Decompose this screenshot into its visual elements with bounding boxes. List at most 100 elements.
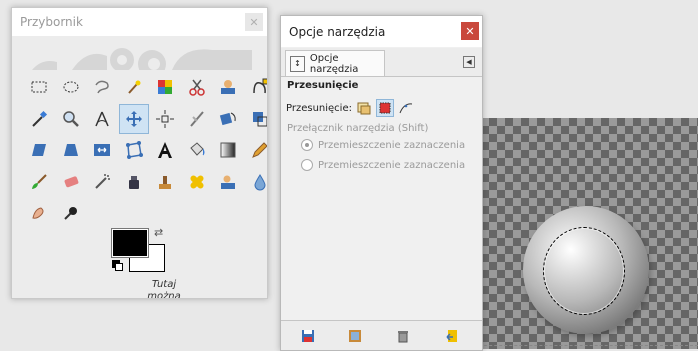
- zoom-icon: [62, 110, 79, 127]
- select-by-color-tool[interactable]: [150, 72, 180, 102]
- measure-tool[interactable]: [87, 104, 117, 134]
- perspective-clone-tool[interactable]: [213, 167, 243, 197]
- radio-option-1[interactable]: Przemieszczenie zaznaczenia: [301, 139, 465, 151]
- eraser-tool[interactable]: [56, 167, 86, 197]
- toolbox-close-button[interactable]: ✕: [245, 13, 263, 31]
- paintbrush-icon: [32, 173, 47, 189]
- free-select-icon: [95, 80, 109, 94]
- tool-options-close-button[interactable]: ✕: [461, 22, 479, 40]
- text-tool[interactable]: [150, 135, 180, 165]
- ink-tool[interactable]: [119, 167, 149, 197]
- foreground-select-icon: [221, 80, 235, 94]
- radio-option-2[interactable]: Przemieszczenie zaznaczenia: [301, 159, 465, 171]
- move-label: Przesunięcie:: [286, 102, 352, 114]
- save-options-icon[interactable]: [301, 329, 315, 343]
- shear-tool[interactable]: [24, 135, 54, 165]
- tool-options-window: Opcje narzędzia ✕ ↕ Opcje narzędzia ◀ Pr…: [280, 15, 483, 351]
- wilber-logo-icon: [12, 38, 267, 70]
- tool-switch-label: Przełącznik narzędzia (Shift): [287, 123, 429, 134]
- swap-colors-icon[interactable]: ⇄: [154, 226, 163, 239]
- zoom-tool[interactable]: [56, 104, 86, 134]
- dodge-burn-tool[interactable]: [56, 198, 86, 228]
- move-tool[interactable]: [118, 103, 149, 134]
- perspective-icon: [63, 144, 78, 156]
- flip-tool[interactable]: [87, 135, 117, 165]
- restore-options-icon[interactable]: [348, 329, 362, 343]
- pencil-tool[interactable]: [245, 135, 267, 165]
- section-title: Przesunięcie: [287, 80, 359, 91]
- tool-options-titlebar[interactable]: Opcje narzędzia: [281, 16, 482, 47]
- align-tool[interactable]: [150, 104, 180, 134]
- color-picker-tool[interactable]: [24, 104, 54, 134]
- align-icon: [156, 109, 174, 128]
- toolbox-title: Przybornik: [20, 15, 83, 29]
- free-select-tool[interactable]: [87, 72, 117, 102]
- airbrush-icon: [95, 173, 110, 189]
- perspective-tool[interactable]: [56, 135, 86, 165]
- ellipse-selection[interactable]: [543, 227, 625, 315]
- blend-tool[interactable]: [213, 135, 243, 165]
- heal-tool[interactable]: [182, 167, 212, 197]
- tool-options-tab-icon: ↕: [290, 55, 305, 72]
- rotate-tool[interactable]: [213, 104, 243, 134]
- move-layer-button[interactable]: [355, 99, 373, 117]
- radio-button-on: [301, 139, 313, 151]
- color-picker-icon: [32, 110, 48, 127]
- cage-transform-tool[interactable]: [119, 135, 149, 165]
- path-icon: [399, 103, 413, 114]
- foreground-select-tool[interactable]: [213, 72, 243, 102]
- crop-icon: [189, 110, 204, 127]
- ellipse-select-icon: [63, 81, 78, 93]
- fuzzy-select-icon: [127, 80, 140, 94]
- radio-option-1-label: Przemieszczenie zaznaczenia: [318, 139, 466, 151]
- paths-tool[interactable]: [245, 72, 267, 102]
- bucket-fill-tool[interactable]: [182, 135, 212, 165]
- airbrush-tool[interactable]: [87, 167, 117, 197]
- toolbox-titlebar[interactable]: Przybornik: [12, 8, 267, 36]
- tool-options-panel: Przesunięcie Przesunięcie: Przełącznik n…: [281, 77, 482, 319]
- fuzzy-select-tool[interactable]: [119, 72, 149, 102]
- move-selection-button[interactable]: [375, 99, 394, 117]
- cage-transform-icon: [125, 141, 143, 159]
- scale-icon: [252, 111, 267, 126]
- toolbox-window: Przybornik ✕ ⇄ Tutaj można: [11, 7, 268, 299]
- radio-button-off: [301, 159, 313, 171]
- rect-select-icon: [31, 81, 47, 93]
- blur-sharpen-tool[interactable]: [245, 167, 268, 197]
- delete-options-icon[interactable]: [396, 329, 410, 343]
- dodge-burn-icon: [63, 207, 77, 220]
- blend-icon: [220, 142, 236, 158]
- layer-icon: [357, 102, 371, 115]
- scissors-select-tool[interactable]: [182, 72, 212, 102]
- eraser-icon: [64, 175, 78, 187]
- tool-options-bottom-bar: [281, 320, 482, 350]
- smudge-icon: [32, 207, 44, 219]
- ellipse-select-tool[interactable]: [56, 72, 86, 102]
- scissors-select-icon: [188, 79, 205, 96]
- tab-tool-options[interactable]: ↕ Opcje narzędzia: [285, 50, 385, 76]
- flip-icon: [94, 144, 110, 156]
- clone-tool[interactable]: [150, 167, 180, 197]
- ink-icon: [128, 175, 139, 189]
- reset-options-icon[interactable]: [445, 329, 459, 343]
- scale-tool[interactable]: [245, 104, 267, 134]
- toolbox-hint-text: Tutaj można: [147, 279, 181, 299]
- tool-options-title: Opcje narzędzia: [289, 24, 386, 39]
- paintbrush-tool[interactable]: [24, 167, 54, 197]
- measure-icon: [95, 111, 109, 126]
- smudge-tool[interactable]: [24, 198, 54, 228]
- heal-icon: [189, 174, 204, 189]
- tab-label: Opcje narzędzia: [309, 52, 359, 75]
- blur-sharpen-icon: [253, 173, 266, 190]
- clone-icon: [159, 175, 171, 189]
- bucket-fill-icon: [189, 142, 204, 156]
- move-path-button[interactable]: [397, 99, 415, 117]
- crop-tool[interactable]: [182, 104, 212, 134]
- perspective-clone-icon: [221, 175, 235, 189]
- rect-select-tool[interactable]: [24, 72, 54, 102]
- move-icon: [125, 110, 142, 127]
- default-colors-icon[interactable]: [112, 260, 123, 271]
- tab-menu-button[interactable]: ◀: [463, 56, 475, 68]
- foreground-color-swatch[interactable]: [111, 228, 149, 258]
- text-icon: [158, 142, 172, 158]
